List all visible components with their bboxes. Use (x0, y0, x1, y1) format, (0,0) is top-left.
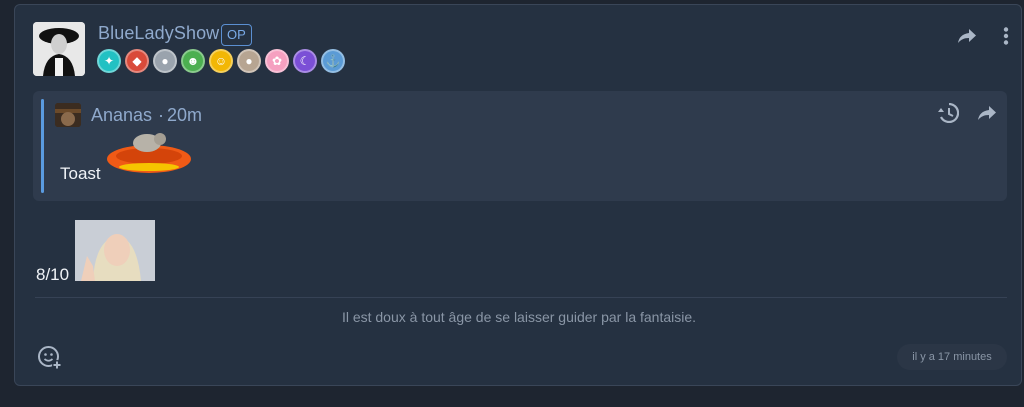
quote-text: Toast (60, 164, 101, 183)
quote-separator: · (158, 105, 164, 125)
robot-icon[interactable]: ● (153, 49, 177, 73)
bear-icon[interactable]: ● (237, 49, 261, 73)
elf-icon[interactable]: ☻ (181, 49, 205, 73)
history-button[interactable] (937, 103, 959, 123)
reaction-sticker (75, 220, 155, 281)
divider (35, 297, 1007, 298)
anime-girl-icon[interactable]: ✿ (265, 49, 289, 73)
timestamp: il y a 17 minutes (897, 344, 1007, 370)
quote-bar (41, 99, 44, 193)
boat-cat-sticker (103, 129, 193, 181)
red-gem-icon[interactable]: ◆ (125, 49, 149, 73)
share-icon (978, 106, 996, 120)
share-icon (958, 29, 976, 43)
quoted-post[interactable]: Ananas · 20m Toast (33, 91, 1007, 201)
quote-avatar[interactable] (55, 103, 81, 127)
post-text: 8/10 (36, 265, 70, 284)
smiley-icon[interactable]: ☺ (209, 49, 233, 73)
more-options-button[interactable] (1003, 27, 1009, 45)
quote-share-button[interactable] (977, 103, 997, 123)
moon-icon[interactable]: ☾ (293, 49, 317, 73)
add-emoji-icon (38, 346, 62, 370)
ship-icon[interactable]: ⚓ (321, 49, 345, 73)
star-gem-icon[interactable]: ✦ (97, 49, 121, 73)
avatar[interactable] (33, 22, 85, 76)
post-card: BlueLadyShow OP ✦ ◆ ● ☻ ☺ ● ✿ ☾ ⚓ Ananas · (14, 4, 1022, 386)
signature: Il est doux à tout âge de se laisser gui… (341, 309, 697, 325)
op-badge: OP (221, 24, 252, 46)
quote-time: 20m (167, 105, 203, 125)
badge-list: ✦ ◆ ● ☻ ☺ ● ✿ ☾ ⚓ (97, 49, 345, 73)
add-reaction-button[interactable] (37, 345, 63, 371)
more-vertical-icon (1003, 27, 1009, 45)
history-icon (938, 103, 959, 123)
share-button[interactable] (957, 27, 977, 45)
quote-author[interactable]: Ananas (91, 105, 152, 126)
username[interactable]: BlueLadyShow (98, 23, 219, 44)
